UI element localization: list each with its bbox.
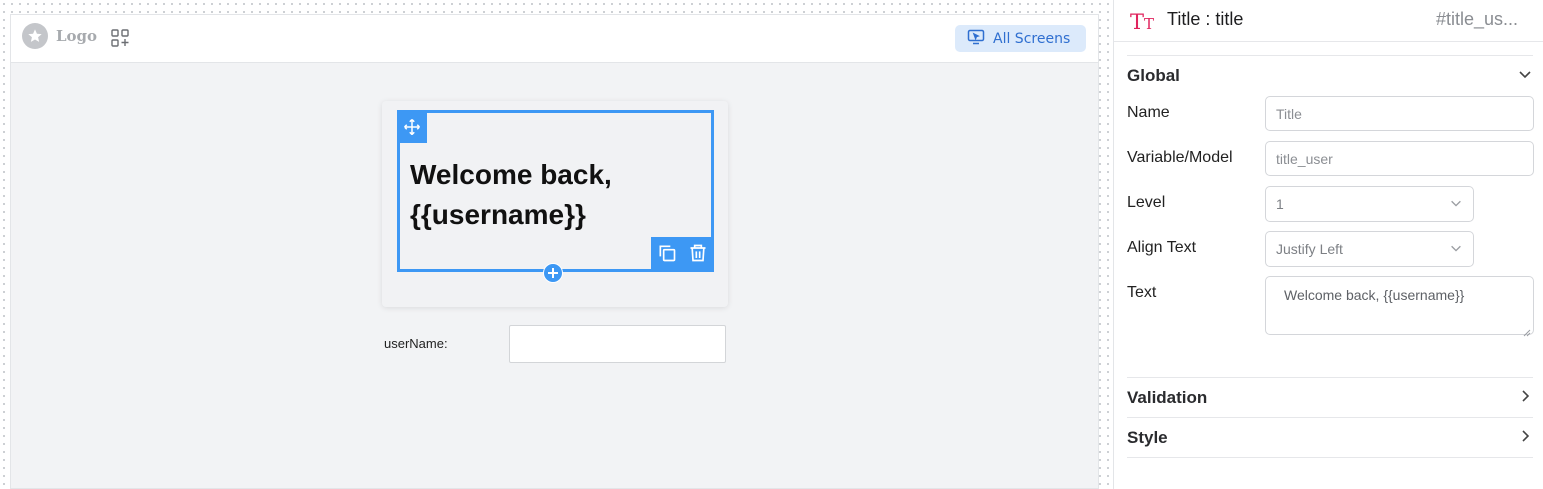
divider	[1127, 417, 1533, 418]
username-input[interactable]	[509, 325, 726, 363]
validation-section-toggle[interactable]: Validation	[1127, 386, 1533, 410]
all-screens-label: All Screens	[993, 30, 1071, 47]
align-value: Justify Left	[1276, 241, 1343, 257]
text-area-value: Welcome back, {{username}}	[1284, 287, 1465, 303]
align-select[interactable]: Justify Left	[1265, 231, 1474, 267]
star-icon	[22, 23, 48, 49]
element-id: #title_us...	[1435, 9, 1518, 29]
trash-icon[interactable]	[688, 243, 708, 267]
level-value: 1	[1276, 196, 1284, 212]
username-label: userName:	[384, 336, 448, 351]
chevron-down-icon	[1517, 66, 1533, 87]
logo-text: Logo	[56, 27, 98, 45]
selected-title-element[interactable]: Welcome back, {{username}}	[397, 110, 714, 283]
apps-add-icon[interactable]	[110, 28, 130, 48]
chevron-right-icon	[1517, 428, 1533, 449]
all-screens-button[interactable]: All Screens	[955, 25, 1086, 52]
plus-icon[interactable]	[543, 263, 563, 283]
global-section-toggle[interactable]: Global	[1127, 64, 1533, 88]
divider	[1127, 457, 1533, 458]
text-area[interactable]: Welcome back, {{username}}	[1265, 276, 1534, 337]
variable-label: Variable/Model	[1127, 149, 1233, 166]
style-heading: Style	[1127, 428, 1168, 447]
divider	[1127, 377, 1533, 378]
chevron-down-icon	[1449, 241, 1463, 258]
copy-icon[interactable]	[657, 243, 677, 267]
text-type-icon: TT	[1130, 10, 1155, 34]
style-section-toggle[interactable]: Style	[1127, 426, 1533, 450]
panel-header: TT Title : title #title_us...	[1114, 0, 1543, 42]
form-card: Welcome back, {{username}}	[382, 101, 728, 307]
chevron-down-icon	[1449, 196, 1463, 213]
validation-heading: Validation	[1127, 388, 1208, 407]
text-label: Text	[1127, 284, 1157, 301]
element-actions	[651, 237, 714, 272]
name-label: Name	[1127, 104, 1170, 121]
chevron-right-icon	[1517, 388, 1533, 409]
variable-input[interactable]	[1265, 141, 1534, 176]
move-icon[interactable]	[397, 110, 427, 143]
global-heading: Global	[1127, 66, 1180, 85]
align-label: Align Text	[1127, 239, 1197, 256]
properties-panel: TT Title : title #title_us... Global Nam…	[1113, 0, 1543, 489]
name-input[interactable]	[1265, 96, 1534, 131]
panel-title: Title : title	[1167, 9, 1244, 29]
level-label: Level	[1127, 194, 1166, 211]
canvas-toolbar: Logo All Screens	[11, 15, 1098, 63]
title-heading: Welcome back, {{username}}	[410, 159, 612, 230]
design-canvas[interactable]: Logo All Screens Welcome back, {{usernam…	[10, 14, 1099, 489]
resize-grip-icon[interactable]	[1523, 324, 1531, 337]
level-select[interactable]: 1	[1265, 186, 1474, 222]
divider	[1127, 55, 1533, 56]
screen-cursor-icon	[967, 29, 985, 49]
